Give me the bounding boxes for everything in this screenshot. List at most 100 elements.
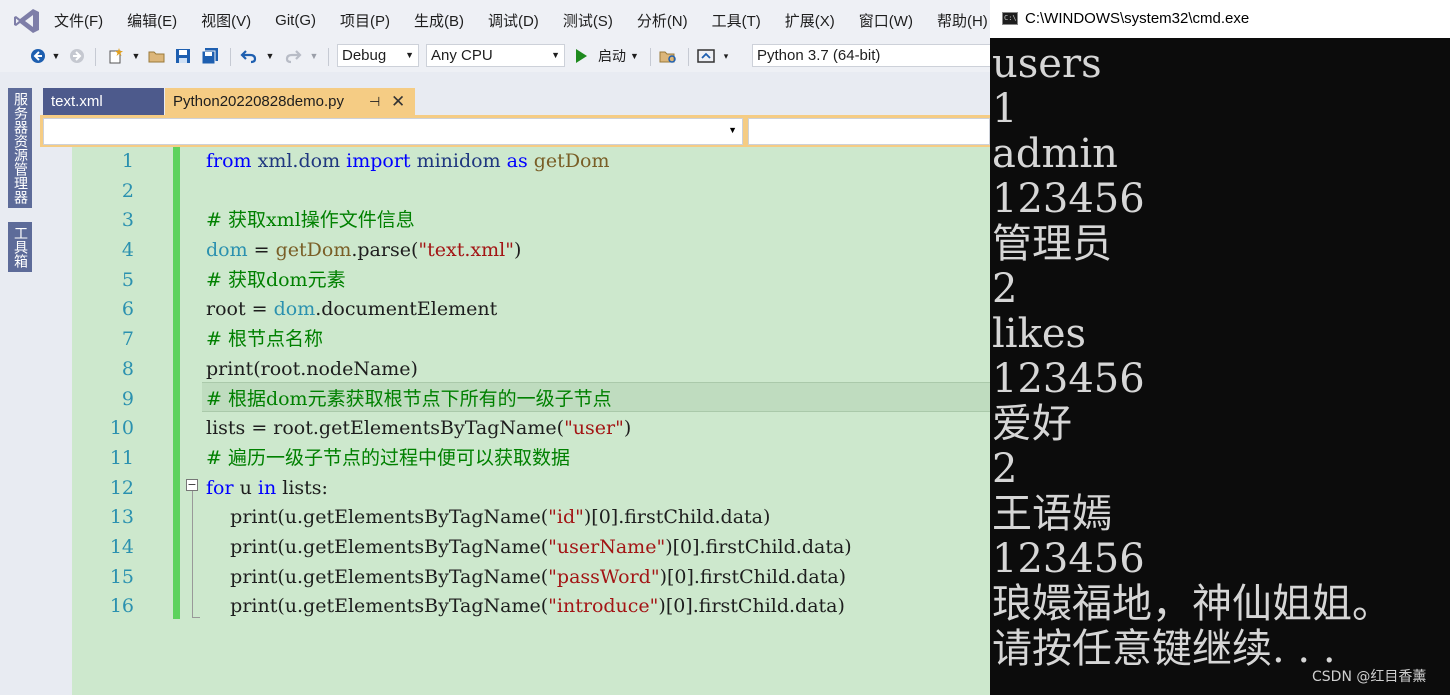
- start-label: 启动: [598, 48, 626, 64]
- code-line: # 获取xml操作文件信息: [206, 209, 415, 232]
- code-line: print(u.getElementsByTagName("userName")…: [206, 533, 990, 563]
- output-line: admin: [992, 131, 1118, 177]
- code-token: )[0].firstChild.data): [658, 595, 845, 618]
- server-explorer-tab[interactable]: 服务器资源管理器: [8, 88, 32, 208]
- code-token: print(u.getElementsByTagName(: [206, 535, 549, 558]
- pin-icon[interactable]: ⊣: [369, 88, 380, 115]
- code-line: print(root.nodeName): [206, 357, 418, 380]
- menu-view[interactable]: 视图(V): [189, 10, 263, 31]
- code-line: # 根据dom元素获取根节点下所有的一级子节点: [206, 387, 612, 410]
- start-button[interactable]: 启动 ▼: [574, 40, 644, 72]
- browser-dropdown-icon[interactable]: ▾: [720, 40, 732, 72]
- line-number: 6: [121, 298, 134, 321]
- back-icon[interactable]: [28, 40, 48, 72]
- python-environment-select[interactable]: Python 3.7 (64-bit): [752, 44, 990, 67]
- side-tool-strip: 服务器资源管理器 工具箱: [0, 80, 40, 695]
- code-token: dom: [273, 298, 316, 321]
- chevron-down-icon: ▼: [405, 50, 414, 60]
- save-all-icon[interactable]: [198, 40, 222, 72]
- menu-window[interactable]: 窗口(W): [847, 10, 925, 31]
- code-token: "introduce": [548, 595, 659, 618]
- cmd-titlebar[interactable]: C:\ C:\WINDOWS\system32\cmd.exe: [990, 0, 1450, 38]
- tab-python-file[interactable]: Python20220828demo.py ⊣ ✕: [165, 88, 415, 115]
- configuration-select[interactable]: Debug ▼: [337, 44, 419, 67]
- menu-edit[interactable]: 编辑(E): [115, 10, 189, 31]
- code-token: for: [206, 476, 234, 499]
- menu-file[interactable]: 文件(F): [42, 10, 115, 31]
- tab-text-xml[interactable]: text.xml: [43, 88, 164, 115]
- output-line: users: [992, 41, 1102, 87]
- new-item-icon[interactable]: [104, 40, 128, 72]
- new-item-dropdown-icon[interactable]: ▼: [130, 40, 142, 72]
- code-token: )[0].firstChild.data): [665, 535, 852, 558]
- code-token: "user": [564, 417, 624, 440]
- menu-analyze[interactable]: 分析(N): [625, 10, 700, 31]
- code-token: from: [206, 150, 252, 172]
- cmd-output: users 1 admin 123456 管理员 2 likes 123456 …: [992, 42, 1450, 672]
- find-in-files-icon[interactable]: [656, 40, 680, 72]
- code-token: =: [247, 239, 276, 262]
- menu-build[interactable]: 生成(B): [402, 10, 476, 31]
- undo-icon[interactable]: [238, 40, 260, 72]
- code-token: minidom: [410, 150, 507, 172]
- line-number: 12: [109, 476, 134, 499]
- toolbox-tab[interactable]: 工具箱: [8, 222, 32, 272]
- code-token: ): [623, 417, 632, 440]
- menu-tools[interactable]: 工具(T): [700, 10, 773, 31]
- menu-extensions[interactable]: 扩展(X): [773, 10, 847, 31]
- code-line: print(u.getElementsByTagName("id")[0].fi…: [206, 503, 990, 533]
- code-token: "passWord": [548, 565, 660, 588]
- menu-debug[interactable]: 调试(D): [476, 10, 551, 31]
- back-dropdown-icon[interactable]: ▼: [50, 40, 62, 72]
- collapse-icon[interactable]: −: [186, 479, 198, 491]
- python-environment-value: Python 3.7 (64-bit): [757, 47, 881, 64]
- platform-select[interactable]: Any CPU ▼: [426, 44, 565, 67]
- open-folder-icon[interactable]: [146, 40, 168, 72]
- toolbox-label: 工具箱: [13, 226, 29, 268]
- line-number: 15: [109, 565, 134, 588]
- outline-guide: [192, 491, 193, 617]
- menu-test[interactable]: 测试(S): [551, 10, 625, 31]
- output-line: 琅嬛福地，神仙姐姐。: [992, 581, 1392, 627]
- menu-git[interactable]: Git(G): [263, 12, 328, 29]
- menu-project[interactable]: 项目(P): [328, 10, 402, 31]
- code-token: print(u.getElementsByTagName(: [206, 506, 549, 529]
- code-token: getDom: [275, 239, 352, 262]
- line-number: 3: [121, 209, 134, 232]
- cmd-window: C:\ C:\WINDOWS\system32\cmd.exe users 1 …: [990, 0, 1450, 695]
- line-number: 5: [121, 268, 134, 291]
- code-token: print(u.getElementsByTagName(: [206, 595, 549, 618]
- code-line: root = dom.documentElement: [206, 295, 990, 325]
- line-number: 7: [121, 328, 134, 351]
- chevron-down-icon: ▼: [551, 50, 560, 60]
- code-token: xml.dom: [251, 150, 347, 172]
- cmd-icon-text: C:\: [1004, 14, 1017, 22]
- code-line: print(u.getElementsByTagName("passWord")…: [206, 563, 990, 593]
- save-icon[interactable]: [172, 40, 194, 72]
- cmd-title: C:\WINDOWS\system32\cmd.exe: [1025, 10, 1250, 27]
- redo-dropdown-icon[interactable]: ▼: [308, 40, 320, 72]
- code-lines: from xml.dom import minidom as getDom # …: [206, 147, 990, 622]
- code-line: # 遍历一级子节点的过程中便可以获取数据: [206, 446, 570, 469]
- output-line: 2: [992, 266, 1018, 312]
- code-line: # 获取dom元素: [206, 268, 346, 291]
- outline-guide-end: [192, 617, 200, 618]
- code-line: # 根节点名称: [206, 328, 323, 351]
- forward-icon[interactable]: [66, 40, 88, 72]
- undo-dropdown-icon[interactable]: ▼: [264, 40, 276, 72]
- member-select[interactable]: [748, 118, 990, 145]
- tab-text-xml-label: text.xml: [51, 93, 103, 110]
- menu-bar: 文件(F) 编辑(E) 视图(V) Git(G) 项目(P) 生成(B) 调试(…: [0, 0, 990, 40]
- menu-help[interactable]: 帮助(H): [925, 10, 990, 31]
- line-number: 13: [109, 506, 134, 529]
- redo-icon[interactable]: [282, 40, 304, 72]
- code-line: from xml.dom import minidom as getDom: [206, 147, 990, 177]
- browser-link-icon[interactable]: [694, 40, 718, 72]
- visual-studio-logo-icon: [14, 9, 39, 33]
- code-token: "userName": [548, 535, 666, 558]
- scope-select[interactable]: ▼: [43, 118, 743, 145]
- output-line: 王语嫣: [992, 491, 1112, 537]
- close-icon[interactable]: ✕: [391, 88, 405, 115]
- output-line: 管理员: [992, 221, 1112, 267]
